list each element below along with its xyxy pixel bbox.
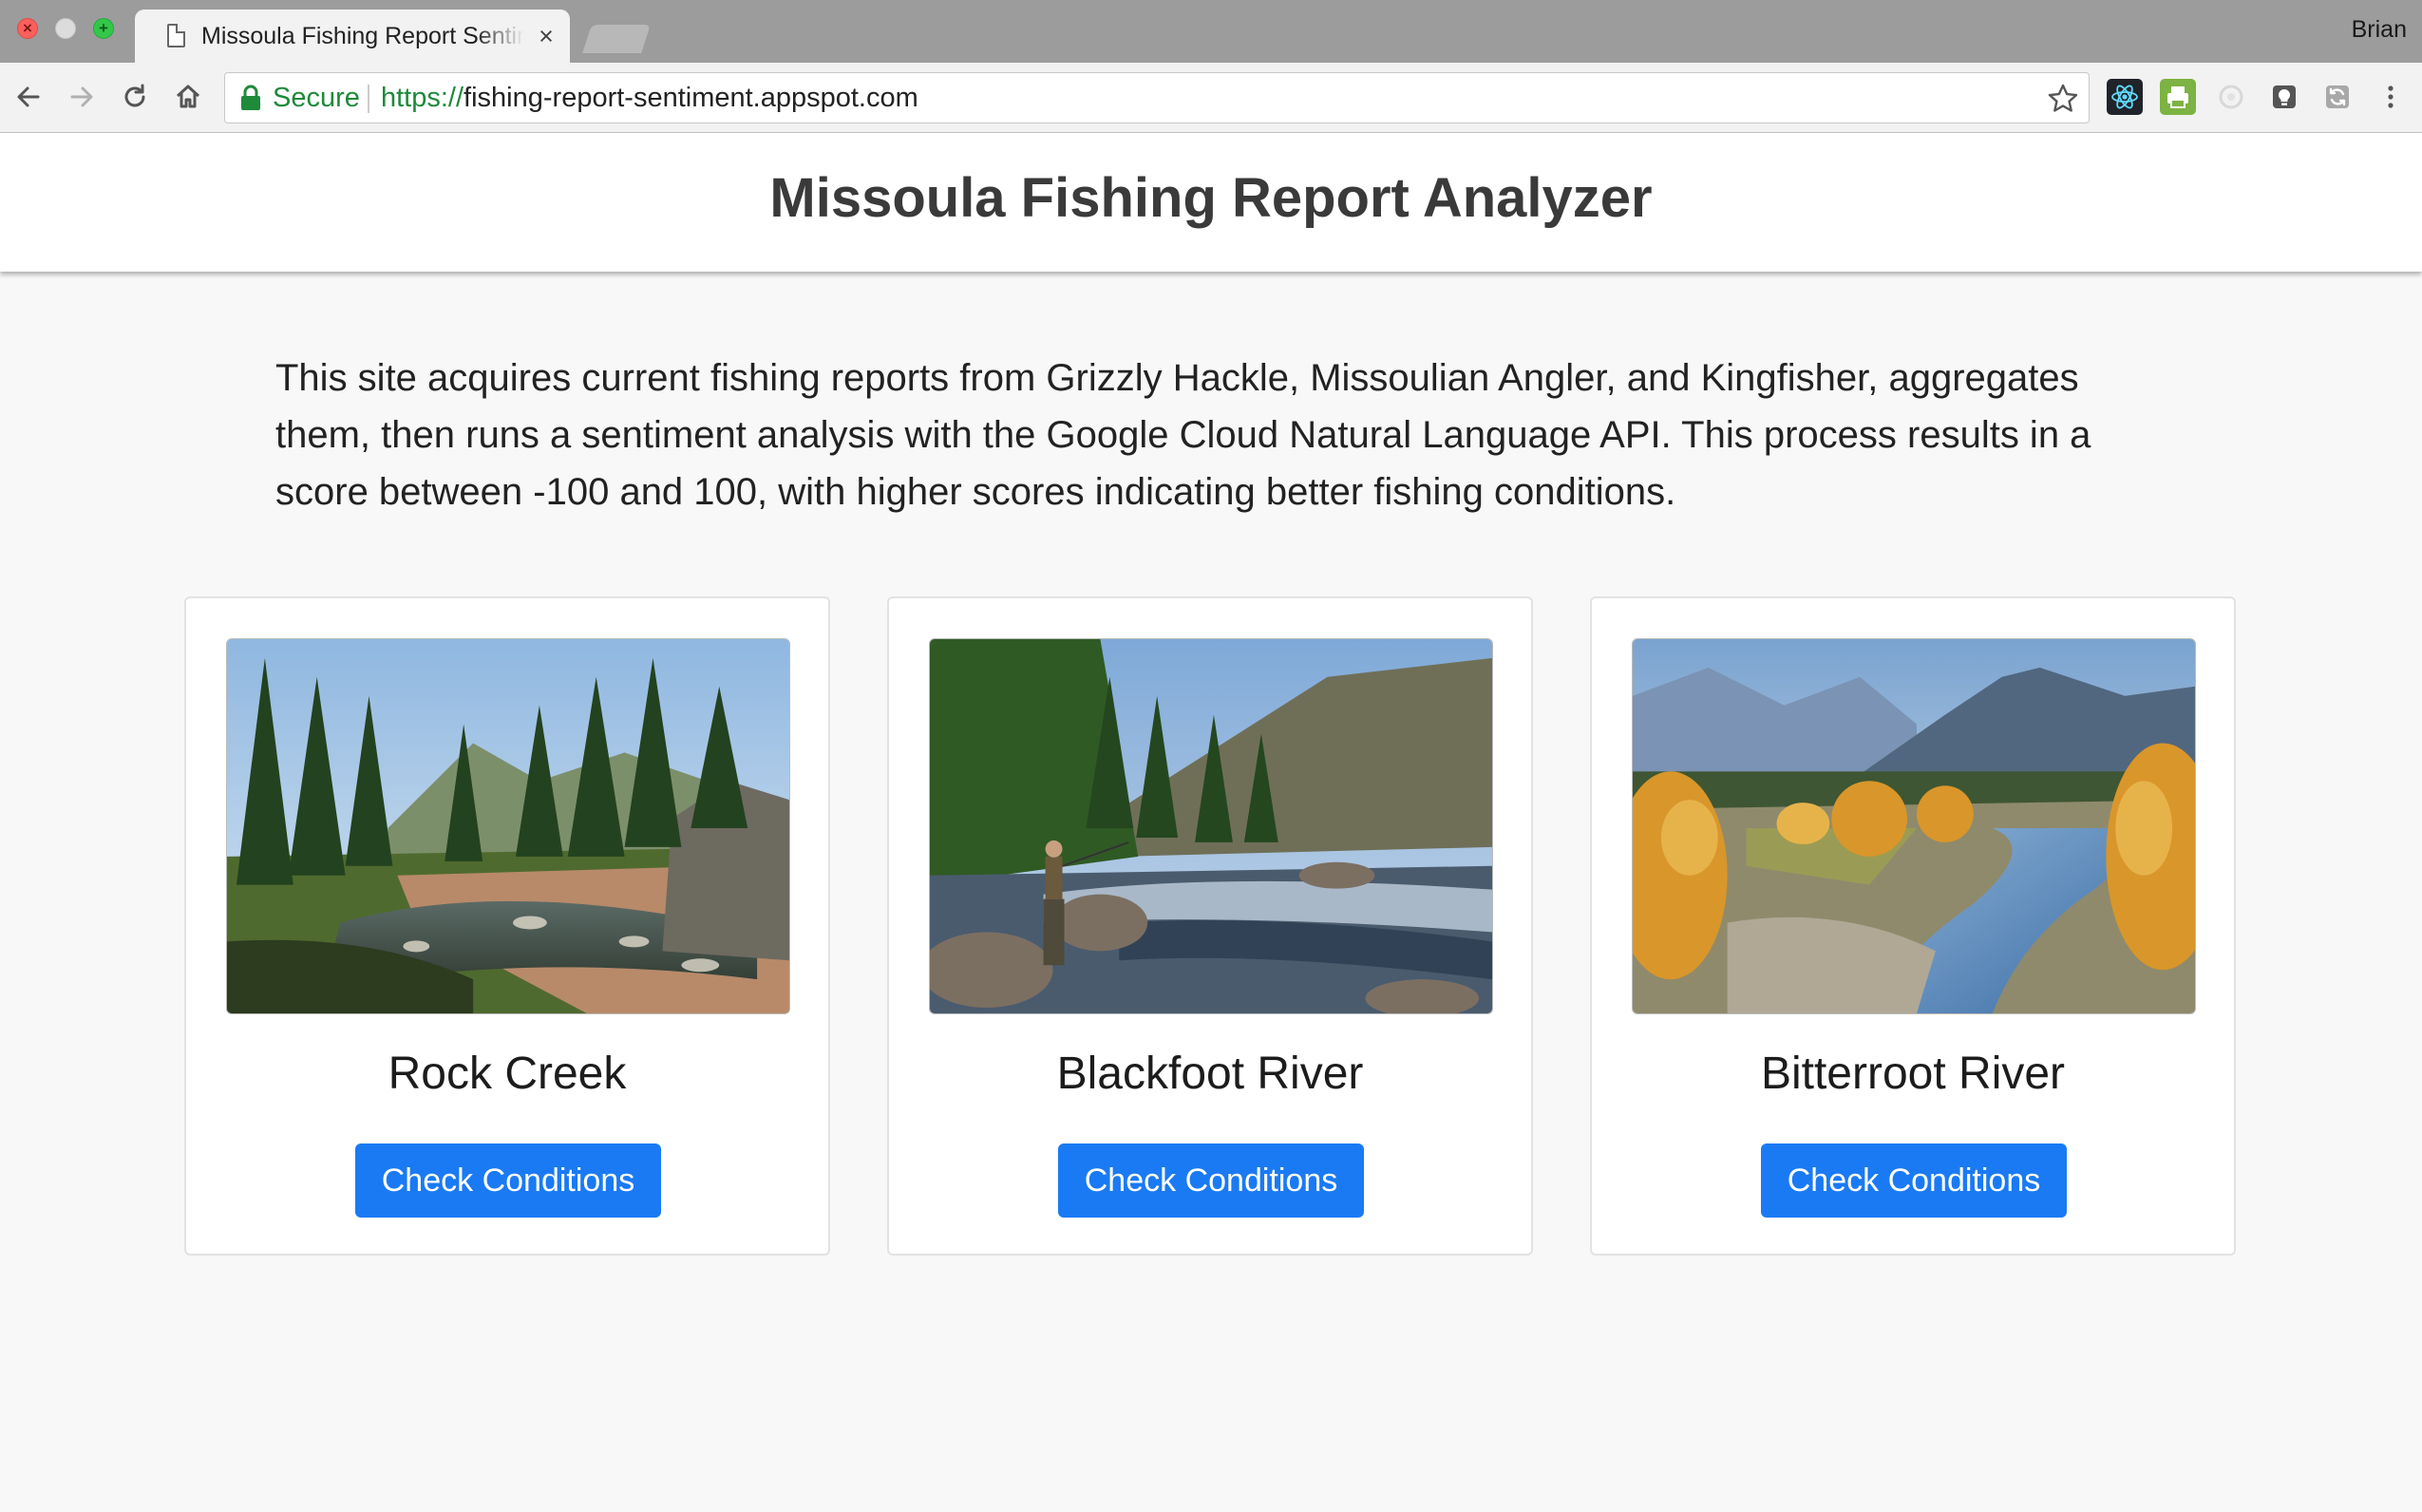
page-title: Missoula Fishing Report Analyzer <box>769 167 1653 229</box>
tab-title: Missoula Fishing Report Sentiment <box>201 23 524 49</box>
browser-tab-active[interactable]: Missoula Fishing Report Sentiment × <box>135 9 570 63</box>
url-text[interactable]: https://fishing-report-sentiment.appspot… <box>381 82 918 114</box>
react-devtools-extension[interactable] <box>2107 79 2143 115</box>
print-icon <box>2167 86 2188 108</box>
blackfoot-river-photo <box>929 638 1493 1014</box>
home-icon <box>176 85 200 108</box>
reload-icon <box>124 84 145 107</box>
lightbulb-extension[interactable] <box>2266 79 2302 115</box>
bookmark-star-icon[interactable] <box>2047 83 2079 115</box>
profile-name[interactable]: Brian <box>2352 13 2407 46</box>
address-bar[interactable]: Secure https://fishing-report-sentiment.… <box>224 72 2090 123</box>
back-arrow-icon <box>17 86 40 107</box>
river-card-rock-creek: Rock Creek Check Conditions <box>184 596 830 1256</box>
browser-tabstrip: × + Missoula Fishing Report Sentiment × … <box>0 0 2422 63</box>
forward-button[interactable] <box>61 76 103 118</box>
react-devtools-icon <box>2111 85 2138 109</box>
lightbulb-icon <box>2273 85 2296 108</box>
card-title: Blackfoot River <box>1056 1049 1364 1099</box>
disabled-extension[interactable] <box>2213 79 2249 115</box>
address-bar-divider <box>368 85 369 113</box>
window-minimize-button[interactable] <box>55 18 76 39</box>
bitterroot-river-photo <box>1632 638 2196 1014</box>
river-card-blackfoot-river: Blackfoot River Check Conditions <box>887 596 1533 1256</box>
check-conditions-button-rock-creek[interactable]: Check Conditions <box>355 1143 661 1218</box>
sync-icon <box>2326 85 2349 108</box>
security-label: Secure <box>273 83 360 113</box>
browser-toolbar: Secure https://fishing-report-sentiment.… <box>0 63 2422 133</box>
window-maximize-button[interactable]: + <box>93 18 114 39</box>
sync-extension[interactable] <box>2319 79 2356 115</box>
url-scheme: https:// <box>381 83 464 113</box>
river-card-bitterroot-river: Bitterroot River Check Conditions <box>1590 596 2236 1256</box>
check-conditions-button-bitterroot-river[interactable]: Check Conditions <box>1761 1143 2067 1218</box>
intro-paragraph: This site acquires current fishing repor… <box>275 357 2091 513</box>
rock-creek-photo <box>226 638 790 1014</box>
browser-menu-button[interactable] <box>2373 79 2409 115</box>
page-header: Missoula Fishing Report Analyzer <box>0 133 2422 272</box>
document-icon <box>167 24 185 47</box>
window-close-button[interactable]: × <box>17 18 38 39</box>
close-icon: × <box>23 19 32 37</box>
plus-icon: + <box>99 19 108 37</box>
print-extension[interactable] <box>2160 79 2196 115</box>
menu-dots-icon <box>2388 85 2394 108</box>
new-tab-button[interactable] <box>582 25 651 53</box>
forward-arrow-icon <box>70 86 93 107</box>
back-button[interactable] <box>8 76 49 118</box>
lock-icon <box>241 85 260 110</box>
home-button[interactable] <box>167 76 209 118</box>
card-title: Rock Creek <box>388 1049 627 1099</box>
tab-close-button[interactable]: × <box>534 20 558 52</box>
check-conditions-button-blackfoot-river[interactable]: Check Conditions <box>1058 1143 1364 1218</box>
card-title: Bitterroot River <box>1760 1049 2066 1099</box>
reload-button[interactable] <box>114 76 156 118</box>
url-host: fishing-report-sentiment.appspot.com <box>464 83 918 113</box>
extension-disabled-icon <box>2219 85 2243 109</box>
